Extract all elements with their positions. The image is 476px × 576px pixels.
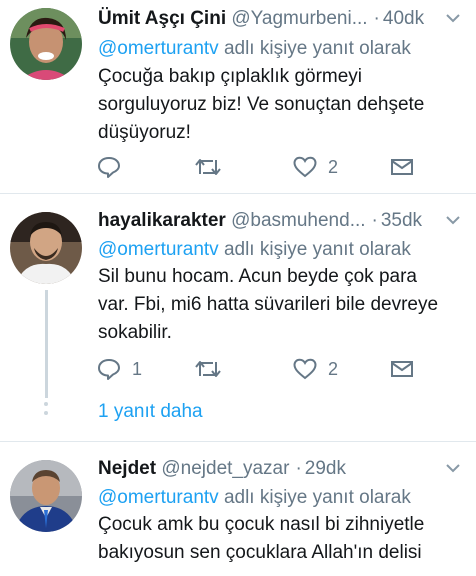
show-more-replies-link[interactable]: 1 yanıt daha — [98, 399, 203, 425]
tweet-3[interactable]: Nejdet @nejdet_yazar · 29dk @omerturantv a… — [0, 442, 476, 576]
like-count: 2 — [328, 358, 339, 379]
reply-icon — [98, 359, 120, 380]
separator-dot: · — [371, 210, 378, 231]
tweet-2[interactable]: hayalikarakter @basmuhend... · 35dk @omert… — [0, 194, 476, 442]
direct-message-button[interactable] — [390, 354, 414, 384]
avatar-photo-icon — [10, 212, 82, 284]
chevron-down-icon[interactable] — [446, 13, 460, 23]
avatar[interactable] — [10, 212, 82, 284]
tweet-text-line: Çocuğa bakıp çıplaklık görmeyi — [98, 66, 363, 87]
tweet-1[interactable]: Ümit Aşçı Çini @Yagmurbeni... · 40dk @omer… — [0, 0, 476, 192]
tweet-actions: 2 — [96, 152, 436, 182]
separator-dot: · — [373, 8, 380, 29]
like-count: 2 — [328, 156, 339, 177]
avatar[interactable] — [10, 8, 82, 80]
tweet-header: Ümit Aşçı Çini @Yagmurbeni... · 40dk — [98, 6, 466, 32]
mention-link[interactable]: @omerturantv — [98, 38, 219, 59]
chevron-down-icon[interactable] — [446, 215, 460, 225]
tweet-text-line: bakıyosun sen çocuklara Allah'ın delisi — [98, 542, 422, 563]
reply-context: @omerturantv adlı kişiye yanıt olarak — [98, 237, 411, 263]
user-handle[interactable]: @basmuhend... — [231, 210, 365, 231]
reply-count: 1 — [132, 358, 143, 379]
tweet-text-line: sorguluyoruz biz! Ve sonuçtan dehşete — [98, 94, 425, 115]
display-name[interactable]: Ümit Aşçı Çini — [98, 8, 226, 29]
retweet-button[interactable] — [194, 354, 232, 384]
tweet-text: Çocuğa bakıp çıplaklık görmeyi sorguluyo… — [98, 63, 462, 147]
timestamp[interactable]: 29dk — [305, 458, 346, 479]
tweet-text-line: Sil bunu hocam. Acun beyde çok para — [98, 266, 417, 287]
avatar-photo-icon — [10, 460, 82, 532]
tweet-actions: 1 2 — [96, 354, 436, 384]
like-button[interactable]: 2 — [292, 354, 338, 384]
tweet-text: Sil bunu hocam. Acun beyde çok para var.… — [98, 263, 462, 347]
reply-icon — [98, 157, 120, 178]
tweet-header: Nejdet @nejdet_yazar · 29dk — [98, 456, 466, 482]
user-handle[interactable]: @nejdet_yazar — [161, 458, 289, 479]
tweet-text-line: düşüyoruz! — [98, 122, 191, 143]
tweet-header: hayalikarakter @basmuhend... · 35dk — [98, 208, 466, 234]
heart-icon — [293, 156, 317, 178]
chevron-down-icon[interactable] — [446, 463, 460, 473]
thread-dots — [44, 402, 49, 420]
reply-button[interactable] — [96, 152, 132, 182]
retweet-icon — [195, 159, 221, 175]
display-name[interactable]: hayalikarakter — [98, 210, 226, 231]
retweet-icon — [195, 361, 221, 377]
avatar[interactable] — [10, 460, 82, 532]
reply-context-label: adlı kişiye yanıt olarak — [218, 239, 411, 260]
separator-dot: · — [295, 458, 302, 479]
avatar-photo-icon — [10, 8, 82, 80]
reply-context: @omerturantv adlı kişiye yanıt olarak — [98, 485, 411, 511]
display-name[interactable]: Nejdet — [98, 458, 156, 479]
timestamp[interactable]: 40dk — [383, 8, 424, 29]
mention-link[interactable]: @omerturantv — [98, 239, 219, 260]
reply-context-label: adlı kişiye yanıt olarak — [218, 487, 411, 508]
envelope-icon — [391, 159, 413, 175]
tweet-text: Çocuk amk bu çocuk nasıl bi zihniyetle b… — [98, 511, 462, 567]
direct-message-button[interactable] — [390, 152, 414, 182]
retweet-button[interactable] — [194, 152, 232, 182]
envelope-icon — [391, 361, 413, 377]
tweet-text-line: var. Fbi, mi6 hatta süvarileri bile devr… — [98, 294, 439, 315]
like-button[interactable]: 2 — [292, 152, 338, 182]
timestamp[interactable]: 35dk — [381, 210, 422, 231]
thread-line — [45, 290, 48, 398]
mention-link[interactable]: @omerturantv — [98, 487, 219, 508]
tweet-text-line: Çocuk amk bu çocuk nasıl bi zihniyetle — [98, 514, 425, 535]
reply-context: @omerturantv adlı kişiye yanıt olarak — [98, 36, 411, 62]
user-handle[interactable]: @Yagmurbeni... — [231, 8, 367, 29]
tweet-text-line: sokabilir. — [98, 322, 172, 343]
reply-context-label: adlı kişiye yanıt olarak — [218, 38, 411, 59]
reply-button[interactable]: 1 — [96, 354, 142, 384]
heart-icon — [293, 358, 317, 380]
